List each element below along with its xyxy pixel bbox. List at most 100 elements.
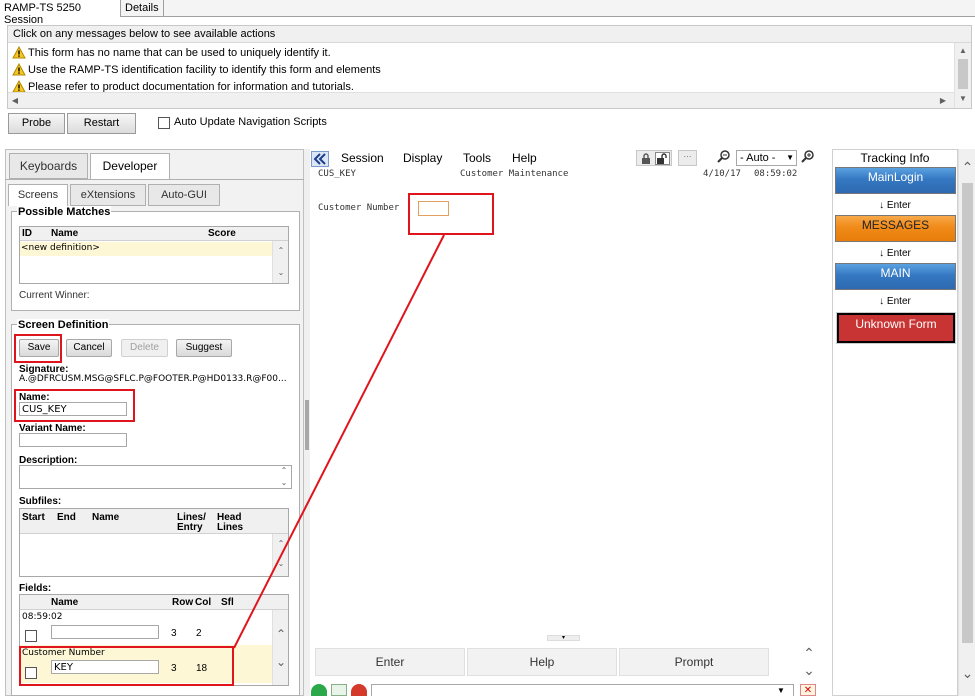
description-field[interactable] [19, 465, 292, 489]
menu-display[interactable]: Display [403, 151, 442, 165]
scroll-up-icon[interactable]: ▲ [955, 45, 971, 57]
scroll-up-icon[interactable]: ⌃ [800, 646, 818, 660]
zoom-in-icon[interactable] [800, 150, 818, 166]
table-row[interactable]: <new definition> [20, 242, 272, 256]
double-chevron-left-icon [313, 153, 326, 165]
session-area [310, 149, 827, 696]
scroll-down-icon[interactable]: ⌄ [273, 656, 289, 668]
unlock-icon[interactable] [655, 152, 670, 165]
command-input[interactable] [371, 684, 794, 696]
messages-vertical-scrollbar[interactable]: ▲ ▼ [954, 43, 971, 108]
scroll-down-icon[interactable]: ⌄ [800, 663, 818, 677]
scroll-right-icon[interactable]: ▶ [938, 95, 948, 107]
variant-name-field[interactable] [19, 433, 127, 447]
zoom-out-icon[interactable] [716, 150, 734, 166]
field-row: 3 [171, 628, 177, 639]
scroll-thumb[interactable] [958, 59, 968, 89]
message-item[interactable]: This form has no name that can be used t… [12, 44, 331, 61]
subfiles-scrollbar[interactable]: ⌃ ⌄ [272, 534, 288, 576]
connect-icon[interactable] [311, 684, 327, 696]
table-row[interactable]: 08:59:02 3 2 [20, 611, 272, 643]
auto-update-label: Auto Update Navigation Scripts [174, 116, 327, 128]
screen-definition-title: Screen Definition [17, 319, 110, 331]
column-start: Start [22, 512, 45, 523]
fields-scrollbar[interactable]: ⌃ ⌄ [272, 610, 288, 685]
menu-session[interactable]: Session [341, 151, 384, 165]
column-score: Score [208, 228, 236, 239]
scroll-thumb[interactable] [962, 183, 973, 643]
help-button[interactable]: Help [467, 648, 617, 676]
probe-button[interactable]: Probe [8, 113, 65, 134]
field-select-checkbox[interactable] [25, 630, 37, 642]
suggest-button[interactable]: Suggest [176, 339, 232, 357]
cancel-button[interactable]: Cancel [66, 339, 112, 357]
column-sfl: Sfl [221, 597, 234, 608]
scroll-up-icon[interactable]: ⌃ [273, 628, 289, 640]
messages-header: Click on any messages below to see avail… [8, 26, 971, 43]
messages-horizontal-scrollbar[interactable]: ◀ ▶ [8, 92, 954, 108]
tracking-connector: ↓ Enter [879, 248, 911, 259]
field-name-input[interactable] [51, 625, 159, 639]
scroll-up-icon[interactable]: ⌃ [273, 538, 289, 550]
column-lines-entry: Entry [177, 522, 203, 533]
tracking-step-main[interactable]: MAIN [835, 263, 956, 290]
menu-help[interactable]: Help [512, 151, 537, 165]
scroll-up-icon[interactable]: ⌃ [278, 465, 290, 477]
tracking-step-messages[interactable]: MESSAGES [835, 215, 956, 242]
chevron-down-icon[interactable]: ▼ [777, 686, 785, 695]
tab-auto-gui[interactable]: Auto-GUI [148, 184, 220, 206]
matches-scrollbar[interactable]: ⌃ ⌄ [272, 241, 288, 283]
mode-select[interactable]: - Auto - ▼ [736, 150, 797, 166]
message-text: This form has no name that can be used t… [28, 46, 331, 59]
scroll-up-icon[interactable]: ⌃ [959, 160, 975, 174]
prompt-button[interactable]: Prompt [619, 648, 769, 676]
scroll-down-icon[interactable]: ⌄ [278, 477, 290, 489]
screen-title: Customer Maintenance [460, 169, 569, 179]
scroll-down-icon[interactable]: ⌄ [273, 267, 289, 279]
tab-developer[interactable]: Developer [90, 153, 170, 179]
tracking-connector: ↓ Enter [879, 200, 911, 211]
column-head-lines: Lines [217, 522, 244, 533]
stop-icon[interactable] [351, 684, 367, 696]
scroll-down-icon[interactable]: ▼ [955, 93, 971, 105]
scroll-left-icon[interactable]: ◀ [10, 95, 20, 107]
restart-button[interactable]: Restart [67, 113, 136, 134]
subfiles-table: Start End Name Lines/ Entry Head Lines ⌃… [19, 508, 289, 577]
more-options-icon[interactable]: ⋯ [678, 150, 697, 166]
tracking-scrollbar[interactable]: ⌃ ⌄ [958, 149, 975, 696]
delete-button[interactable]: Delete [121, 339, 168, 357]
scroll-down-icon[interactable]: ⌄ [273, 558, 289, 570]
tab-ramp-ts-session[interactable]: RAMP-TS 5250 Session [0, 0, 121, 26]
message-item[interactable]: Use the RAMP-TS identification facility … [12, 61, 381, 78]
collapse-button[interactable] [311, 151, 329, 167]
possible-matches-title: Possible Matches [17, 206, 112, 218]
auto-update-checkbox[interactable] [158, 117, 170, 129]
scroll-up-icon[interactable]: ⌃ [273, 245, 289, 257]
column-name: Name [51, 228, 79, 239]
new-definition-label: <new definition> [21, 243, 100, 253]
tracking-step-unknown-form[interactable]: Unknown Form [836, 312, 956, 344]
menu-tools[interactable]: Tools [463, 151, 491, 165]
column-row: Row [172, 597, 194, 608]
tracking-title: Tracking Info [860, 151, 930, 165]
expand-handle[interactable]: ▾ [547, 635, 580, 641]
tab-extensions[interactable]: eXtensions [70, 184, 146, 206]
mode-select-value: - Auto - [740, 152, 776, 164]
column-name: Name [92, 512, 120, 523]
matches-table: ID Name Score <new definition> ⌃ ⌄ [19, 226, 289, 284]
clear-icon[interactable]: ✕ [800, 684, 816, 696]
screen-id: CUS_KEY [318, 169, 356, 179]
refresh-icon[interactable] [331, 684, 347, 696]
splitter-grip[interactable] [305, 400, 309, 450]
message-text: Use the RAMP-TS identification facility … [28, 63, 381, 76]
tab-keyboards[interactable]: Keyboards [9, 153, 88, 179]
message-text: Please refer to product documentation fo… [28, 80, 354, 93]
column-end: End [57, 512, 76, 523]
scroll-down-icon[interactable]: ⌄ [959, 666, 975, 680]
tab-details[interactable]: Details [121, 0, 164, 17]
tab-screens[interactable]: Screens [8, 184, 68, 206]
lock-icon[interactable] [640, 153, 652, 164]
enter-button[interactable]: Enter [315, 648, 465, 676]
subfiles-label: Subfiles: [19, 496, 62, 507]
tracking-step-mainlogin[interactable]: MainLogin [835, 167, 956, 194]
